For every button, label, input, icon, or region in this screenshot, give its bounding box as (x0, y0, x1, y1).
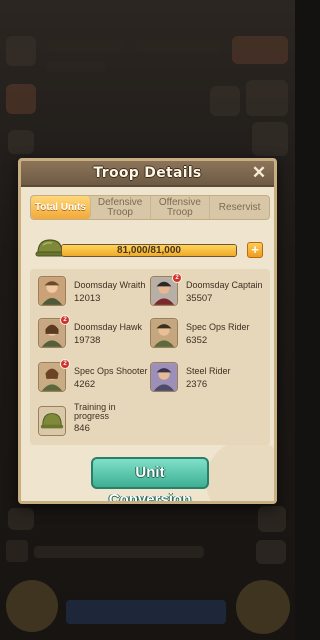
level-badge: 2 (60, 359, 70, 369)
unit-count: 846 (74, 423, 90, 434)
background-icon (8, 508, 34, 530)
background-icon (256, 540, 286, 564)
tab-total-units[interactable]: Total Units (31, 196, 91, 219)
unit-name: Steel Rider (186, 366, 231, 376)
close-icon[interactable]: ✕ (250, 164, 268, 182)
unit-doomsday-captain[interactable]: 2 Doomsday Captain 35507 (142, 273, 263, 311)
background-icon (8, 130, 34, 154)
unit-steel-rider[interactable]: Steel Rider 2376 (142, 359, 260, 397)
unit-count: 4262 (74, 379, 96, 390)
unit-name: Spec Ops Rider (186, 322, 250, 332)
unit-name: Spec Ops Shooter (74, 366, 148, 376)
troop-list-panel: Doomsday Wraith 12013 2 Doomsday Captain… (30, 269, 270, 445)
troop-tabs: Total Units Defensive Troop Offensive Tr… (30, 195, 270, 220)
background-portrait (6, 580, 58, 632)
unit-conversion-button[interactable]: Unit Conversion (91, 457, 209, 501)
soldier-portrait-icon (38, 276, 66, 306)
unit-count: 2376 (186, 379, 208, 390)
unit-name: Training in progress (74, 402, 116, 421)
unit-count: 19738 (74, 335, 101, 346)
background-icon (6, 540, 28, 562)
unit-training-in-progress[interactable]: Training in progress 846 (30, 403, 148, 441)
background-icon (258, 506, 286, 532)
unit-spec-ops-rider[interactable]: Spec Ops Rider 6352 (142, 315, 260, 353)
tab-offensive-troop[interactable]: Offensive Troop (151, 196, 211, 219)
soldier-portrait-icon (150, 362, 178, 392)
background-bar (34, 546, 204, 558)
background-icon (252, 122, 288, 156)
soldier-portrait-icon (150, 318, 178, 348)
background-portrait (236, 580, 290, 634)
unit-spec-ops-shooter[interactable]: 2 Spec Ops Shooter 4262 (30, 359, 148, 397)
tab-reservist[interactable]: Reservist (210, 196, 269, 219)
background-icon (6, 84, 36, 114)
unit-name: Doomsday Captain (186, 280, 263, 290)
unit-count: 6352 (186, 335, 208, 346)
unit-count: 35507 (186, 293, 213, 304)
troop-details-modal: Troop Details ✕ Total Units Defensive Tr… (18, 158, 277, 504)
background-bar (46, 40, 124, 52)
plus-icon[interactable]: + (247, 242, 263, 258)
background-chat (66, 600, 226, 624)
capacity-text: 81,000/81,000 (117, 245, 181, 256)
unit-doomsday-hawk[interactable]: 2 Doomsday Hawk 19738 (30, 315, 148, 353)
unit-doomsday-wraith[interactable]: Doomsday Wraith 12013 (30, 273, 148, 311)
level-badge: 2 (172, 273, 182, 283)
unit-count: 12013 (74, 293, 101, 304)
unit-name: Doomsday Hawk (74, 322, 143, 332)
unit-name: Doomsday Wraith (74, 280, 146, 290)
helmet-icon (38, 406, 66, 436)
background-icon (246, 80, 288, 116)
tab-defensive-troop[interactable]: Defensive Troop (91, 196, 151, 219)
background-event-banner (232, 36, 288, 64)
background-bar (134, 40, 222, 52)
modal-header: Troop Details ✕ (21, 161, 274, 187)
background-icon (210, 86, 240, 116)
level-badge: 2 (60, 315, 70, 325)
modal-title: Troop Details (93, 165, 202, 181)
background-bar (46, 62, 106, 72)
background-avatar (6, 36, 36, 66)
paper-decoration (206, 439, 274, 501)
